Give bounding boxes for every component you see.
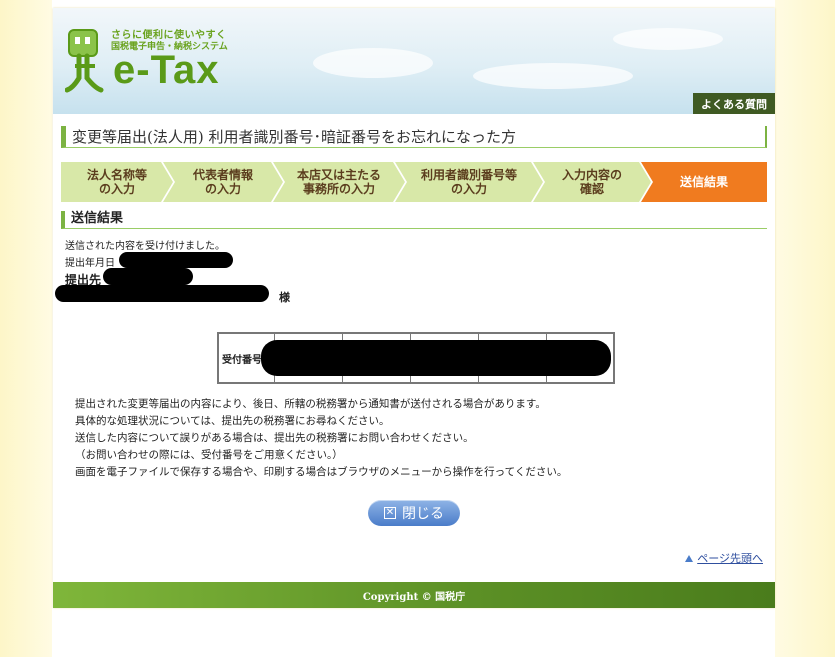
site-header: さらに便利に使いやすく 国税電子申告・納税システム e-Tax よくある質問 bbox=[53, 8, 775, 114]
page-title: 変更等届出(法人用) 利用者識別番号･暗証番号をお忘れになった方 bbox=[61, 126, 767, 148]
cloud-decoration bbox=[613, 28, 723, 50]
step-4: 利用者識別番号等 の入力 bbox=[395, 162, 543, 202]
page-container: さらに便利に使いやすく 国税電子申告・納税システム e-Tax よくある質問 変… bbox=[53, 8, 775, 608]
cloud-decoration bbox=[313, 48, 433, 78]
accepted-message: 送信された内容を受け付けました。 bbox=[65, 241, 225, 252]
note-line: 具体的な処理状況については、提出先の税務署にお尋ねください。 bbox=[75, 415, 390, 427]
redacted-name bbox=[55, 285, 269, 302]
note-line: （お問い合わせの際には、受付番号をご用意ください。） bbox=[75, 449, 343, 461]
note-line: 画面を電子ファイルで保存する場合や、印刷する場合はブラウザのメニューから操作を行… bbox=[75, 466, 568, 478]
step-6-active: 送信結果 bbox=[641, 162, 767, 202]
footer-copyright: Copyright © 国税庁 bbox=[53, 582, 775, 608]
step-1-line1: 法人名称等 bbox=[86, 168, 147, 182]
step-2-line1: 代表者情報 bbox=[192, 168, 253, 182]
close-button-label: 閉じる bbox=[402, 506, 444, 522]
faq-button[interactable]: よくある質問 bbox=[693, 93, 775, 114]
note-line: 送信した内容について誤りがある場合は、提出先の税務署にお問い合わせください。 bbox=[75, 432, 474, 444]
step-3-line2: 事務所の入力 bbox=[302, 182, 375, 196]
close-icon: ✕ bbox=[384, 507, 396, 519]
page-top-link[interactable]: ページ先頭へ bbox=[684, 550, 763, 566]
step-2-line2: の入力 bbox=[204, 182, 241, 196]
redacted-receipt-number bbox=[261, 340, 611, 376]
step-5: 入力内容の 確認 bbox=[533, 162, 651, 202]
redacted-date bbox=[119, 252, 233, 268]
arrow-up-icon bbox=[685, 554, 694, 562]
step-5-line2: 確認 bbox=[579, 182, 604, 196]
step-1: 法人名称等 の入力 bbox=[61, 162, 173, 202]
note-line: 提出された変更等届出の内容により、後日、所轄の税務署から通知書が送付される場合が… bbox=[75, 398, 546, 410]
step-4-line2: の入力 bbox=[450, 182, 487, 196]
step-1-line2: の入力 bbox=[98, 182, 135, 196]
step-2: 代表者情報 の入力 bbox=[163, 162, 283, 202]
close-button[interactable]: ✕ 閉じる bbox=[368, 500, 460, 526]
cloud-decoration bbox=[473, 63, 633, 89]
section-title: 送信結果 bbox=[61, 211, 767, 229]
progress-steps: 法人名称等 の入力 代表者情報 の入力 本店又は主たる 事務所の入力 利用者識別番号等… bbox=[61, 162, 767, 202]
step-3: 本店又は主たる 事務所の入力 bbox=[273, 162, 405, 202]
redacted-destination bbox=[103, 268, 193, 285]
submission-date-label: 提出年月日 bbox=[65, 258, 115, 269]
step-6-label: 送信結果 bbox=[679, 175, 728, 189]
page-top-label: ページ先頭へ bbox=[697, 552, 763, 565]
etax-logo-text: e-Tax bbox=[113, 48, 220, 92]
step-3-line1: 本店又は主たる bbox=[296, 168, 381, 182]
notes-list: 提出された変更等届出の内容により、後日、所轄の税務署から通知書が送付される場合が… bbox=[75, 396, 567, 481]
honorific-sama: 様 bbox=[279, 291, 290, 304]
etax-mascot-icon bbox=[65, 29, 104, 93]
step-4-line1: 利用者識別番号等 bbox=[420, 168, 517, 182]
step-5-line1: 入力内容の bbox=[561, 168, 622, 182]
